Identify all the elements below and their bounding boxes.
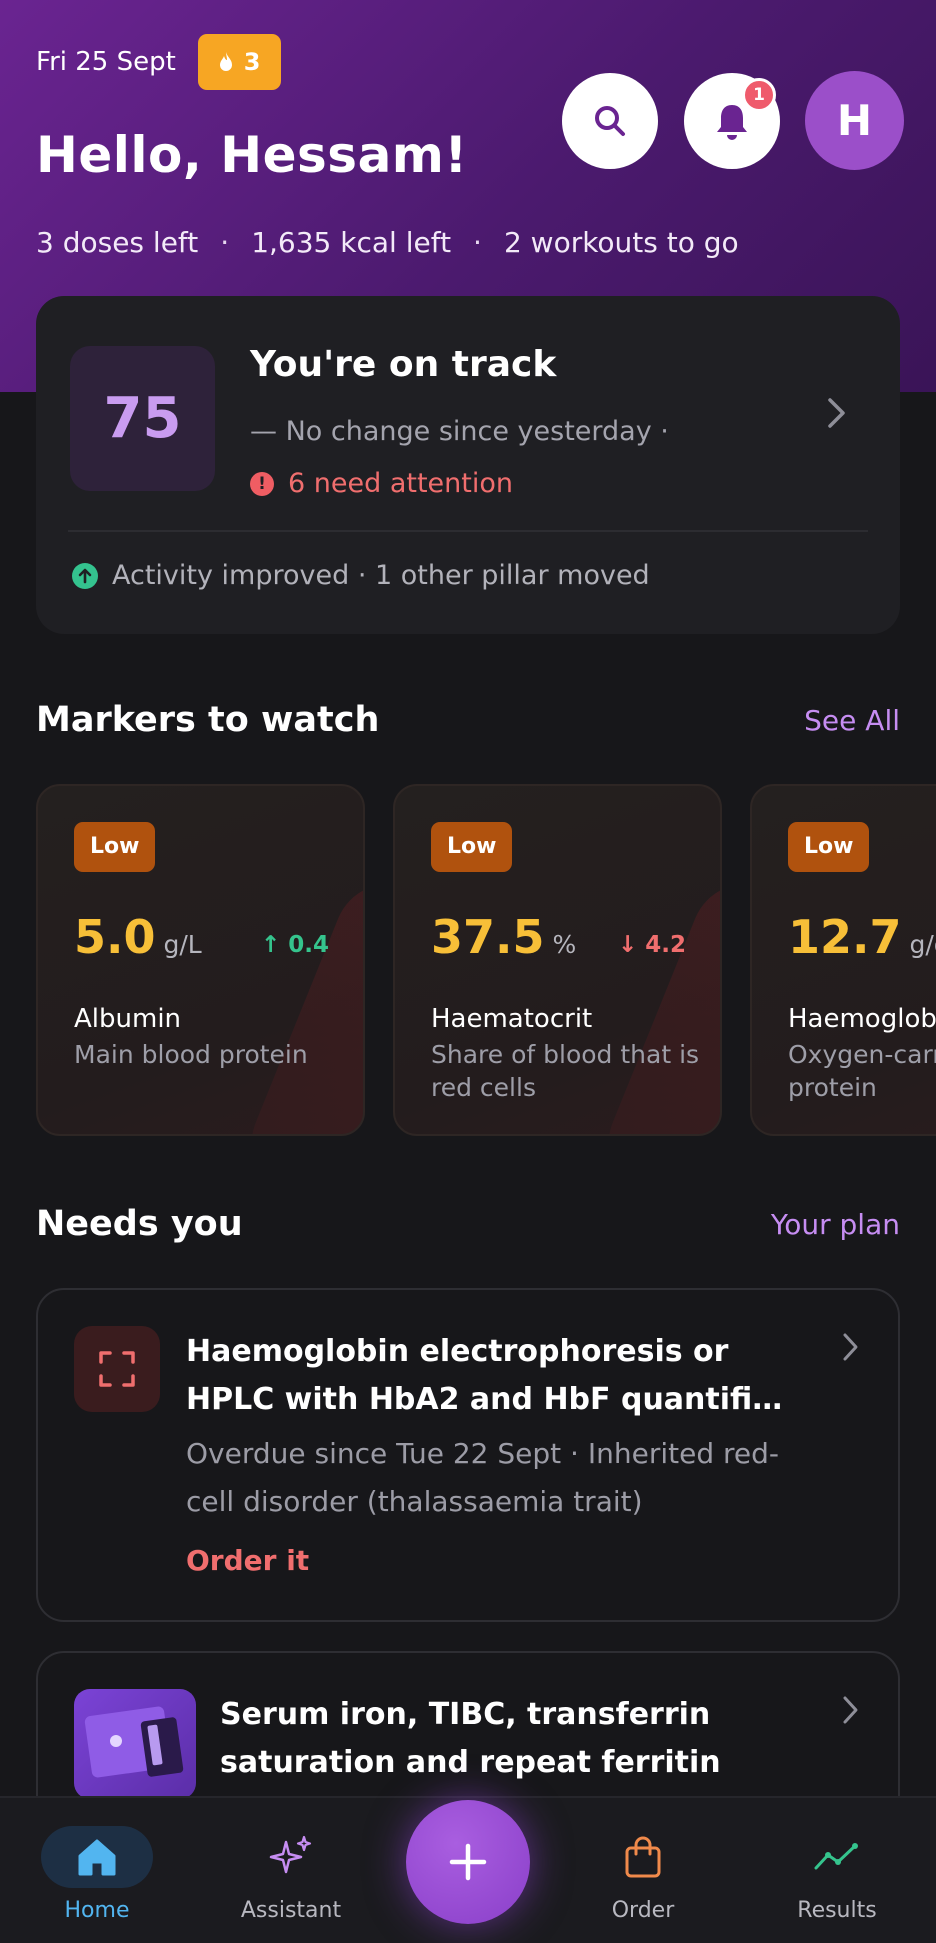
marker-value: 37.5% <box>431 910 576 964</box>
order-it-button[interactable]: Order it <box>186 1544 309 1577</box>
decorative-stripe <box>235 867 363 1134</box>
marker-value: 5.0 g/L <box>74 910 202 964</box>
nav-label: Home <box>64 1898 130 1923</box>
value-unit: g/dL <box>909 930 936 959</box>
marker-delta: ↑ 0.4 <box>260 932 329 958</box>
chevron-right-icon <box>828 398 845 428</box>
bell-icon <box>717 105 747 140</box>
value-number: 37.5 <box>431 910 545 964</box>
marker-card-haematocrit[interactable]: Low 37.5% ↓ 4.2 Haematocrit Share of blo… <box>393 784 722 1136</box>
marker-card-albumin[interactable]: Low 5.0 g/L ↑ 0.4 Albumin Main blood prot… <box>36 784 365 1136</box>
flame-icon <box>219 52 232 71</box>
trend-icon <box>781 1826 893 1888</box>
marker-name: Albumin <box>74 1004 182 1034</box>
separator: · <box>473 226 482 259</box>
marker-description: Main blood protein <box>74 1040 308 1069</box>
status-change: — No change since yesterday · <box>250 416 669 447</box>
nav-results[interactable]: Results <box>757 1798 917 1943</box>
attention-row: ! 6 need attention <box>250 468 513 499</box>
alert-icon: ! <box>250 471 274 496</box>
marker-delta: ↓ 4.2 <box>617 932 686 958</box>
footer-text: Activity improved · 1 other pillar moved <box>112 560 650 591</box>
value-number: 12.7 <box>788 910 902 964</box>
search-icon <box>595 106 625 136</box>
arrow-up-icon <box>72 562 98 589</box>
nav-home[interactable]: Home <box>17 1798 177 1943</box>
status-badge: Low <box>788 822 870 872</box>
current-date: Fri 25 Sept <box>36 47 176 77</box>
doses-left: 3 doses left <box>36 226 199 259</box>
marker-name: Haemoglobin <box>788 1004 936 1034</box>
status-badge: Low <box>74 822 156 872</box>
need-card-electrophoresis[interactable]: Haemoglobin electrophoresis or HPLC with… <box>36 1288 900 1622</box>
streak-count: 3 <box>243 48 261 76</box>
status-title: You're on track <box>250 344 557 385</box>
home-icon <box>41 1826 153 1888</box>
see-all-link[interactable]: See All <box>804 704 900 737</box>
date-row: Fri 25 Sept 3 <box>36 34 281 90</box>
nav-label: Assistant <box>240 1898 342 1923</box>
search-button[interactable] <box>562 73 658 169</box>
markers-title: Markers to watch <box>36 700 380 740</box>
marker-value: 12.7 g/dL <box>788 910 936 964</box>
plus-icon <box>449 1843 487 1881</box>
add-button[interactable] <box>406 1800 530 1924</box>
scan-icon <box>74 1326 160 1412</box>
nav-order[interactable]: Order <box>563 1798 723 1943</box>
bag-icon <box>587 1826 699 1888</box>
nav-label: Results <box>797 1898 877 1923</box>
chevron-right-icon <box>843 1696 858 1724</box>
notification-badge: 1 <box>742 78 776 112</box>
value-unit: % <box>552 930 577 959</box>
markers-carousel[interactable]: Low 5.0 g/L ↑ 0.4 Albumin Main blood prot… <box>36 784 936 1136</box>
greeting: Hello, Hessam! <box>36 126 468 184</box>
avatar[interactable]: H <box>805 71 904 170</box>
needs-title: Needs you <box>36 1204 243 1244</box>
separator: · <box>220 226 230 259</box>
your-plan-link[interactable]: Your plan <box>771 1208 900 1241</box>
marker-name: Haematocrit <box>431 1004 593 1034</box>
status-badge: Low <box>431 822 513 872</box>
test-kit-image <box>74 1689 196 1799</box>
attention-text: 6 need attention <box>288 468 513 499</box>
workouts-left: 2 workouts to go <box>503 226 739 259</box>
kcal-left: 1,635 kcal left <box>251 226 452 259</box>
daily-summary: 3 doses left · 1,635 kcal left · 2 worko… <box>36 226 739 259</box>
health-score: 75 <box>70 346 215 491</box>
streak-badge[interactable]: 3 <box>197 34 281 90</box>
need-subtitle: Overdue since Tue 22 Sept · Inherited re… <box>186 1437 779 1518</box>
nav-label: Order <box>611 1898 675 1923</box>
status-footer: Activity improved · 1 other pillar moved <box>72 560 650 591</box>
nav-assistant[interactable]: Assistant <box>211 1798 371 1943</box>
need-title: Haemoglobin electrophoresis or HPLC with… <box>186 1334 783 1417</box>
marker-card-haemoglobin[interactable]: Low 12.7 g/dL Haemoglobin Oxygen-carrying… <box>750 784 936 1136</box>
marker-description: Oxygen-carrying protein <box>788 1040 936 1102</box>
value-number: 5.0 <box>74 910 156 964</box>
need-title: Serum iron, TIBC, transferrin saturation… <box>220 1697 721 1780</box>
marker-description: Share of blood that is red cells <box>431 1040 700 1102</box>
status-card[interactable]: 75 You're on track — No change since yes… <box>36 296 900 634</box>
value-unit: g/L <box>163 930 202 959</box>
divider <box>68 530 868 532</box>
sparkles-icon <box>235 1826 347 1888</box>
chevron-right-icon <box>843 1333 858 1361</box>
